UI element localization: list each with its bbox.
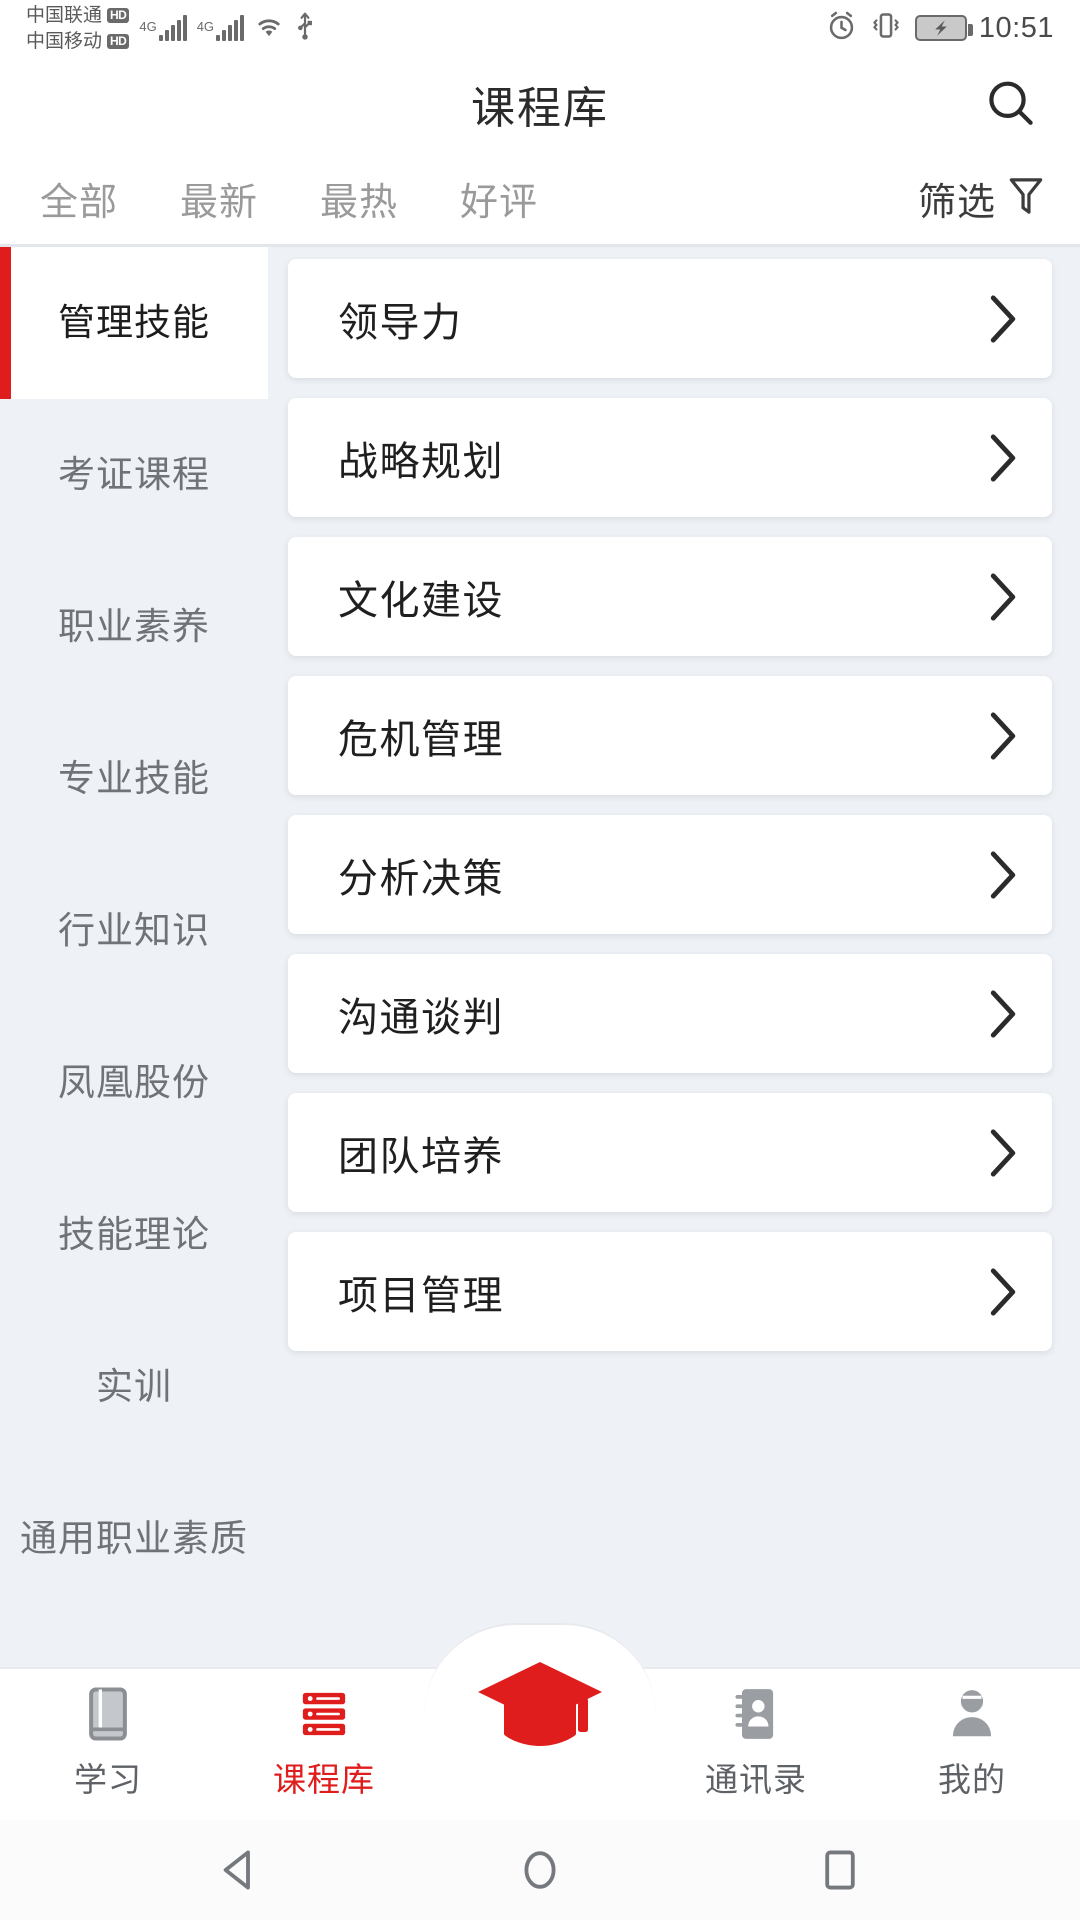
course-title: 沟通谈判 bbox=[338, 995, 504, 1040]
carrier-row-1: 中国联通 HD bbox=[26, 3, 130, 28]
person-icon bbox=[948, 1683, 996, 1745]
chevron-right-icon bbox=[988, 293, 1018, 345]
vibrate-icon bbox=[869, 10, 903, 46]
course-title: 分析决策 bbox=[338, 856, 504, 901]
sidebar-item-industry-knowledge[interactable]: 行业知识 bbox=[0, 855, 268, 1007]
status-bar-left: 中国联通 HD 中国移动 HD 4G 4G bbox=[26, 3, 316, 54]
sidebar-item-label: 实训 bbox=[96, 1366, 172, 1407]
battery-charging-icon bbox=[914, 15, 973, 41]
tab-all[interactable]: 全部 bbox=[40, 171, 118, 226]
list-item[interactable]: 领导力 bbox=[288, 259, 1052, 378]
carrier-names: 中国联通 HD 中国移动 HD bbox=[26, 3, 130, 54]
filter-button[interactable]: 筛选 bbox=[918, 171, 1046, 226]
content-area: 管理技能 考证课程 职业素养 专业技能 行业知识 凤凰股份 技能理论 实训 通用… bbox=[0, 247, 1080, 1667]
tab-newest[interactable]: 最新 bbox=[180, 171, 258, 226]
status-bar-clock: 10:51 bbox=[978, 11, 1054, 44]
contacts-icon bbox=[732, 1683, 780, 1745]
tab-top-rated[interactable]: 好评 bbox=[460, 171, 538, 226]
sort-tab-bar: 全部 最新 最热 好评 筛选 bbox=[0, 152, 1080, 245]
sidebar-item-skill-theory[interactable]: 技能理论 bbox=[0, 1159, 268, 1311]
home-circle-icon[interactable] bbox=[505, 1835, 575, 1905]
signal-bars-1-icon bbox=[158, 15, 187, 41]
phone-screen: 中国联通 HD 中国移动 HD 4G 4G 10:51 课程库 全部 最新 最热… bbox=[0, 0, 1080, 1920]
sidebar-item-phoenix-holdings[interactable]: 凤凰股份 bbox=[0, 1007, 268, 1159]
sidebar-item-label: 凤凰股份 bbox=[58, 1062, 210, 1103]
carrier-2-hd-badge: HD bbox=[107, 33, 130, 49]
nav-label: 通讯录 bbox=[705, 1761, 807, 1798]
chevron-right-icon bbox=[988, 849, 1018, 901]
nav-item-center-action[interactable] bbox=[432, 1662, 648, 1746]
status-bar: 中国联通 HD 中国移动 HD 4G 4G 10:51 bbox=[0, 0, 1080, 56]
search-icon[interactable] bbox=[976, 69, 1046, 139]
course-title: 文化建设 bbox=[338, 578, 504, 623]
nav-label: 课程库 bbox=[273, 1761, 375, 1798]
course-stack-icon bbox=[298, 1683, 350, 1745]
recents-square-icon[interactable] bbox=[805, 1835, 875, 1905]
sidebar-item-certification-courses[interactable]: 考证课程 bbox=[0, 399, 268, 551]
back-triangle-icon[interactable] bbox=[205, 1835, 275, 1905]
list-item[interactable]: 团队培养 bbox=[288, 1093, 1052, 1212]
course-title: 领导力 bbox=[338, 300, 463, 345]
sidebar-item-professional-quality[interactable]: 职业素养 bbox=[0, 551, 268, 703]
sidebar-item-label: 考证课程 bbox=[58, 454, 210, 495]
list-item[interactable]: 项目管理 bbox=[288, 1232, 1052, 1351]
carrier-1-label: 中国联通 bbox=[26, 4, 103, 26]
chevron-right-icon bbox=[988, 988, 1018, 1040]
list-item[interactable]: 分析决策 bbox=[288, 815, 1052, 934]
sidebar-item-label: 行业知识 bbox=[58, 910, 210, 951]
carrier-row-2: 中国移动 HD bbox=[26, 29, 130, 54]
network-type-2-label: 4G bbox=[196, 19, 215, 34]
chevron-right-icon bbox=[988, 571, 1018, 623]
nav-label: 我的 bbox=[938, 1761, 1006, 1798]
course-title: 战略规划 bbox=[338, 439, 504, 484]
usb-icon bbox=[294, 11, 316, 46]
nav-label: 学习 bbox=[74, 1761, 142, 1798]
android-system-nav bbox=[0, 1820, 1080, 1920]
signal-group-2: 4G bbox=[196, 15, 245, 41]
sidebar-item-label: 专业技能 bbox=[58, 758, 210, 799]
funnel-icon bbox=[1006, 174, 1046, 223]
chevron-right-icon bbox=[988, 1127, 1018, 1179]
sidebar-item-management-skills[interactable]: 管理技能 bbox=[0, 247, 268, 399]
nav-item-study[interactable]: 学习 bbox=[0, 1669, 216, 1801]
signal-bars-2-icon bbox=[216, 15, 245, 41]
app-header: 课程库 bbox=[0, 56, 1080, 152]
course-list: 领导力 战略规划 文化建设 危机管理 分析决策 沟通谈判 团队培养 项目管理 bbox=[268, 247, 1080, 1667]
sidebar-item-label: 职业素养 bbox=[58, 606, 210, 647]
sidebar-item-label: 管理技能 bbox=[58, 302, 210, 343]
nav-item-contacts[interactable]: 通讯录 bbox=[648, 1669, 864, 1801]
course-title: 团队培养 bbox=[338, 1134, 504, 1179]
course-title: 项目管理 bbox=[338, 1273, 504, 1318]
carrier-2-label: 中国移动 bbox=[26, 30, 103, 52]
sidebar-item-label: 通用职业素质 bbox=[20, 1518, 248, 1559]
list-item[interactable]: 文化建设 bbox=[288, 537, 1052, 656]
nav-item-course-library[interactable]: 课程库 bbox=[216, 1669, 432, 1801]
list-item[interactable]: 危机管理 bbox=[288, 676, 1052, 795]
category-sidebar[interactable]: 管理技能 考证课程 职业素养 专业技能 行业知识 凤凰股份 技能理论 实训 通用… bbox=[0, 247, 268, 1667]
course-title: 危机管理 bbox=[338, 717, 504, 762]
sidebar-item-professional-skills[interactable]: 专业技能 bbox=[0, 703, 268, 855]
network-type-1-label: 4G bbox=[139, 19, 157, 34]
chevron-right-icon bbox=[988, 710, 1018, 762]
status-bar-right: 10:51 bbox=[826, 10, 1054, 46]
sidebar-item-label: 技能理论 bbox=[58, 1214, 210, 1255]
tab-hottest[interactable]: 最热 bbox=[320, 171, 398, 226]
book-icon bbox=[85, 1683, 131, 1745]
wifi-icon bbox=[252, 12, 286, 45]
chevron-right-icon bbox=[988, 432, 1018, 484]
carrier-1-hd-badge: HD bbox=[107, 7, 130, 23]
list-item[interactable]: 沟通谈判 bbox=[288, 954, 1052, 1073]
graduation-cap-icon[interactable] bbox=[465, 1643, 615, 1773]
list-item[interactable]: 战略规划 bbox=[288, 398, 1052, 517]
alarm-clock-icon bbox=[826, 10, 857, 46]
bottom-navigation-bar: 学习 课程库 通讯录 我的 bbox=[0, 1623, 1080, 1820]
signal-group-1: 4G bbox=[139, 15, 187, 41]
nav-item-profile[interactable]: 我的 bbox=[864, 1669, 1080, 1801]
chevron-right-icon bbox=[988, 1266, 1018, 1318]
page-title: 课程库 bbox=[471, 84, 609, 133]
sidebar-item-practical-training[interactable]: 实训 bbox=[0, 1311, 268, 1463]
sidebar-item-general-vocational-quality[interactable]: 通用职业素质 bbox=[0, 1463, 268, 1615]
filter-label: 筛选 bbox=[917, 182, 996, 224]
